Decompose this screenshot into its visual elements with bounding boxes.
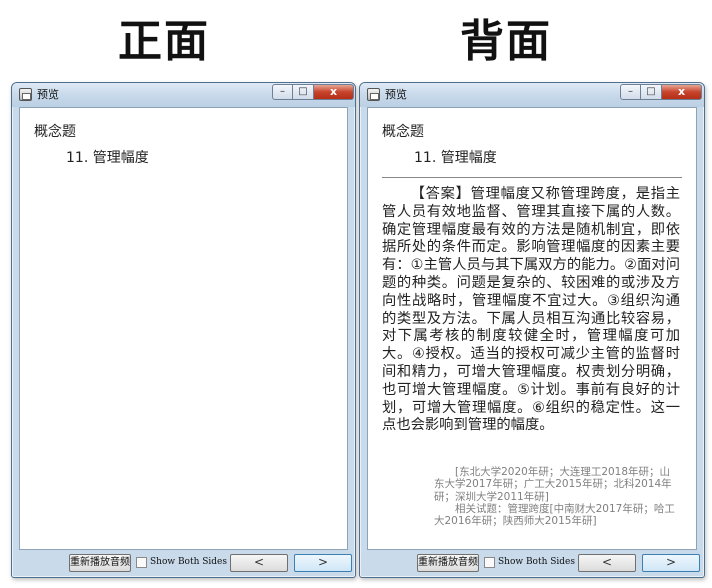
prev-button[interactable]: <	[578, 554, 636, 572]
close-button[interactable]: x	[662, 84, 702, 100]
front-heading: 正面	[118, 16, 210, 67]
app-icon	[19, 88, 32, 101]
card-content: 概念题 11. 管理幅度 【答案】管理幅度又称管理跨度，是指主管人员有效地监督、…	[367, 107, 697, 550]
title-bar[interactable]: 预览 – □ x	[12, 83, 355, 107]
show-both-sides-checkbox[interactable]	[484, 557, 495, 568]
divider	[382, 177, 682, 178]
section-label: 概念题	[34, 124, 76, 140]
question-text: 11. 管理幅度	[414, 150, 497, 166]
show-both-sides-label[interactable]: Show Both Sides	[150, 555, 227, 569]
bottom-bar: 重新播放音频 Show Both Sides < >	[360, 550, 704, 577]
maximize-button[interactable]: □	[641, 84, 662, 100]
close-button[interactable]: x	[314, 84, 354, 100]
show-both-sides-checkbox[interactable]	[136, 557, 147, 568]
title-bar[interactable]: 预览 – □ x	[360, 83, 704, 107]
next-button[interactable]: >	[294, 554, 352, 572]
front-preview-window: 预览 – □ x 概念题 11. 管理幅度 重新播放音频 Show Both S…	[11, 82, 356, 578]
app-icon	[367, 88, 380, 101]
card-content: 概念题 11. 管理幅度	[19, 107, 348, 550]
window-title: 预览	[385, 88, 407, 101]
maximize-button[interactable]: □	[293, 84, 314, 100]
answer-text: 【答案】管理幅度又称管理跨度，是指主管人员有效地监督、管理其直接下属的人数。确定…	[382, 186, 680, 434]
related-questions: 相关试题：管理跨度[中南财大2017年研；哈工大2016年研；陕西师大2015年…	[434, 503, 675, 528]
section-label: 概念题	[382, 124, 424, 140]
show-both-sides-label[interactable]: Show Both Sides	[498, 555, 575, 569]
back-preview-window: 预览 – □ x 概念题 11. 管理幅度 【答案】管理幅度又称管理跨度，是指主…	[359, 82, 705, 578]
minimize-button[interactable]: –	[272, 84, 293, 100]
bottom-bar: 重新播放音频 Show Both Sides < >	[12, 550, 355, 577]
replay-audio-button[interactable]: 重新播放音频	[417, 554, 479, 572]
replay-audio-button[interactable]: 重新播放音频	[69, 554, 131, 572]
source-citation: [东北大学2020年研；大连理工2018年研；山东大学2017年研；广工大201…	[434, 466, 672, 503]
next-button[interactable]: >	[642, 554, 700, 572]
question-text: 11. 管理幅度	[66, 150, 149, 166]
back-heading: 背面	[460, 16, 552, 67]
minimize-button[interactable]: –	[620, 84, 641, 100]
window-title: 预览	[37, 88, 59, 101]
prev-button[interactable]: <	[230, 554, 288, 572]
